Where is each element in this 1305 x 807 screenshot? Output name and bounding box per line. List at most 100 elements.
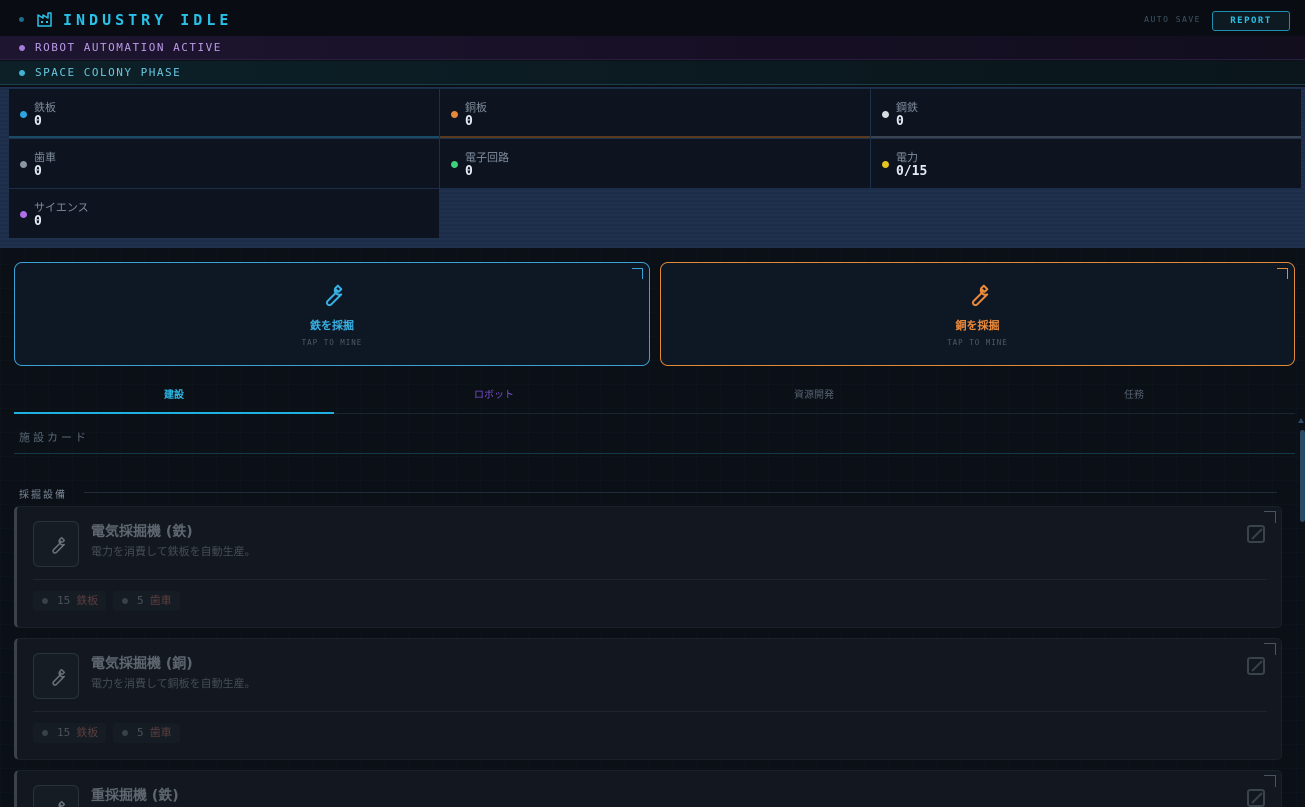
- cost-amount: 15: [57, 726, 71, 739]
- cost-resource: 歯車: [149, 594, 172, 607]
- card-icon-box: [33, 785, 79, 807]
- corner-accent: [1264, 643, 1276, 655]
- scroll-up-arrow[interactable]: [1298, 418, 1304, 423]
- card-title: 電気採掘機 (銅): [91, 656, 193, 672]
- app-title: INDUSTRY IDLE: [63, 11, 233, 29]
- mine-label: 鉄を採掘: [310, 319, 354, 332]
- resource-dot: [882, 111, 889, 118]
- resource-gear: 歯車 0: [9, 139, 439, 188]
- resource-circuit: 電子回路 0: [440, 139, 870, 188]
- wrench-icon: [52, 668, 66, 686]
- resource-name: 銅板: [465, 101, 487, 114]
- resource-dot: [20, 111, 27, 118]
- corner-accent: [1277, 268, 1288, 279]
- cost-resource: 鉄板: [76, 594, 99, 607]
- resource-copper-plate: 銅板 0: [440, 89, 870, 138]
- space-colony-banner: SPACE COLONY PHASE: [0, 61, 1305, 85]
- resource-panel: 鉄板 0 銅板 0 鋼鉄 0 歯車 0 電子回路 0 電力 0/15 サイエンス…: [0, 87, 1305, 248]
- resource-name: 鋼鉄: [896, 101, 918, 114]
- wrench-icon: [58, 800, 66, 807]
- resource-value: 0: [465, 164, 473, 179]
- autosave-indicator: AUTO SAVE: [1144, 15, 1201, 24]
- resource-dot: [451, 161, 458, 168]
- cost-dot: [42, 730, 48, 736]
- wrench-icon: [326, 284, 343, 307]
- mine-iron-button[interactable]: 鉄を採掘 TAP TO MINE: [14, 262, 650, 366]
- resource-name: 歯車: [34, 151, 56, 164]
- mine-label: 銅を採掘: [955, 319, 1000, 332]
- scrollbar-thumb[interactable]: [1300, 430, 1305, 522]
- cost-resource: 歯車: [149, 726, 172, 739]
- resource-dot: [451, 111, 458, 118]
- cost-dot: [122, 730, 128, 736]
- report-button[interactable]: REPORT: [1212, 11, 1290, 31]
- status-dot: [19, 17, 24, 22]
- resource-value: 0: [34, 214, 42, 229]
- resource-dot: [20, 211, 27, 218]
- cost-amount: 5: [137, 726, 144, 739]
- cost-amount: 5: [137, 594, 144, 607]
- cost-resource: 鉄板: [76, 726, 99, 739]
- card-description: 電力を消費して鉄板を自動生産。: [91, 545, 256, 558]
- resource-dot: [882, 161, 889, 168]
- cost-badge: 15 鉄板: [33, 591, 107, 611]
- resource-name: 電子回路: [465, 151, 509, 164]
- card-title: 重採掘機 (鉄): [91, 788, 179, 804]
- cost-badge: 5 歯車: [113, 591, 180, 611]
- resource-underline: [9, 136, 439, 138]
- corner-accent: [632, 268, 643, 279]
- card-description: 電力を消費して銅板を自動生産。: [91, 677, 256, 690]
- mine-sublabel: TAP TO MINE: [947, 338, 1008, 347]
- locked-icon: [1247, 789, 1265, 807]
- tab-robot[interactable]: ロボット: [334, 382, 654, 414]
- resource-value: 0: [34, 164, 42, 179]
- corner-accent: [1264, 775, 1276, 787]
- cost-dot: [122, 598, 128, 604]
- resource-value: 0: [465, 114, 473, 129]
- robot-automation-banner: ROBOT AUTOMATION ACTIVE: [0, 36, 1305, 60]
- card-title: 電気採掘機 (鉄): [91, 524, 193, 540]
- corner-accent: [1264, 511, 1276, 523]
- section-label: 施設カード: [19, 431, 89, 444]
- resource-power: 電力 0/15: [871, 139, 1301, 188]
- resource-science: サイエンス 0: [9, 189, 439, 238]
- tab-resource-dev[interactable]: 資源開発: [654, 382, 974, 414]
- cost-dot: [42, 598, 48, 604]
- group-divider: [84, 492, 1277, 493]
- facility-card[interactable]: 重採掘機 (鉄): [14, 770, 1282, 807]
- mine-sublabel: TAP TO MINE: [301, 338, 363, 347]
- wrench-icon: [971, 284, 988, 307]
- cost-badge: 5 歯車: [113, 723, 180, 743]
- tab-missions[interactable]: 任務: [974, 382, 1294, 414]
- resource-name: 鉄板: [34, 101, 56, 114]
- banner-dot: [19, 45, 25, 51]
- banner-text: ROBOT AUTOMATION ACTIVE: [35, 41, 222, 54]
- facility-card[interactable]: 電気採掘機 (銅) 電力を消費して銅板を自動生産。 15 鉄板 5 歯車: [14, 638, 1282, 760]
- cost-amount: 15: [57, 594, 71, 607]
- locked-icon: [1247, 657, 1265, 675]
- card-icon-box: [33, 653, 79, 699]
- tab-bar: 建設 ロボット 資源開発 任務: [14, 382, 1295, 414]
- resource-name: サイエンス: [34, 201, 89, 214]
- banner-text: SPACE COLONY PHASE: [35, 66, 182, 79]
- tab-build[interactable]: 建設: [14, 382, 334, 414]
- resource-underline: [440, 136, 870, 138]
- resource-underline: [871, 136, 1301, 138]
- section-divider: [14, 453, 1295, 454]
- card-divider: [33, 711, 1267, 712]
- locked-icon: [1247, 525, 1265, 543]
- facility-card[interactable]: 電気採掘機 (鉄) 電力を消費して鉄板を自動生産。 15 鉄板 5 歯車: [14, 506, 1282, 628]
- group-heading: 採掘設備: [19, 490, 67, 501]
- card-icon-box: [33, 521, 79, 567]
- resource-dot: [20, 161, 27, 168]
- mine-copper-button[interactable]: 銅を採掘 TAP TO MINE: [660, 262, 1295, 366]
- top-bar: INDUSTRY IDLE AUTO SAVE REPORT: [0, 0, 1305, 36]
- resource-steel: 鋼鉄 0: [871, 89, 1301, 138]
- factory-icon: [37, 12, 52, 27]
- wrench-icon: [52, 536, 66, 554]
- banner-dot: [19, 70, 25, 76]
- resource-value: 0/15: [896, 164, 928, 179]
- resource-value: 0: [896, 114, 904, 129]
- resource-name: 電力: [896, 151, 918, 164]
- resource-value: 0: [34, 114, 42, 129]
